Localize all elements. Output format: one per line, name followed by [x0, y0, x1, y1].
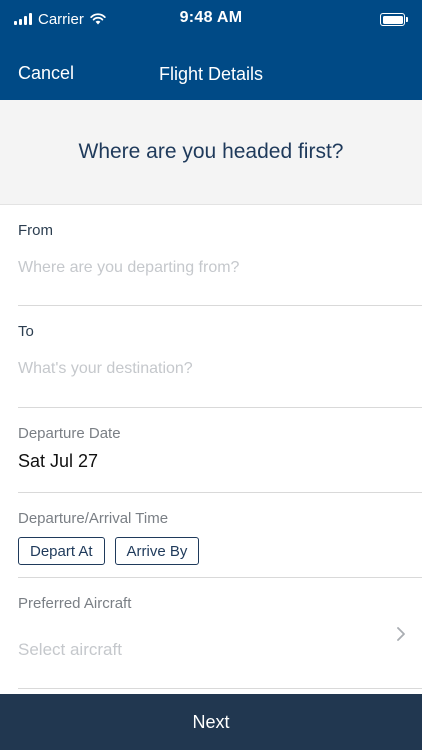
divider — [18, 492, 422, 493]
flight-details-screen: Carrier 9:48 AM Cancel Flight Details Wh… — [0, 0, 422, 750]
status-time: 9:48 AM — [179, 9, 243, 26]
chevron-right-icon — [397, 627, 405, 641]
depart-at-button[interactable]: Depart At — [18, 537, 105, 565]
divider — [18, 305, 422, 306]
battery-icon — [380, 13, 408, 26]
time-mode-field: Departure/Arrival Time Depart At Arrive … — [18, 510, 422, 565]
from-field: From — [18, 222, 422, 277]
to-label: To — [18, 323, 34, 340]
aircraft-placeholder: Select aircraft — [18, 640, 122, 659]
next-button[interactable]: Next — [0, 694, 422, 750]
aircraft-field: Preferred Aircraft — [18, 595, 422, 612]
aircraft-label: Preferred Aircraft — [18, 595, 132, 612]
time-mode-options: Depart At Arrive By — [18, 537, 422, 565]
arrive-by-button[interactable]: Arrive By — [114, 537, 200, 565]
departure-date-value: Sat Jul 27 — [18, 451, 99, 471]
prompt-banner: Where are you headed first? — [0, 100, 422, 205]
from-label: From — [18, 222, 53, 239]
from-input[interactable] — [18, 259, 398, 277]
page-title: Flight Details — [158, 64, 264, 84]
divider — [18, 577, 422, 578]
prompt-text: Where are you headed first? — [78, 140, 344, 163]
divider — [18, 407, 422, 408]
to-field: To — [18, 323, 422, 378]
time-mode-label: Departure/Arrival Time — [18, 510, 169, 527]
aircraft-select[interactable]: Select aircraft — [18, 627, 410, 662]
status-bar: Carrier 9:48 AM — [0, 0, 422, 38]
nav-bar: Cancel Flight Details — [0, 52, 422, 96]
to-input[interactable] — [18, 360, 398, 378]
departure-date-label: Departure Date — [18, 425, 121, 442]
divider — [18, 688, 422, 689]
header: Carrier 9:48 AM Cancel Flight Details — [0, 0, 422, 100]
departure-date-field[interactable]: Departure Date Sat Jul 27 — [18, 425, 422, 472]
